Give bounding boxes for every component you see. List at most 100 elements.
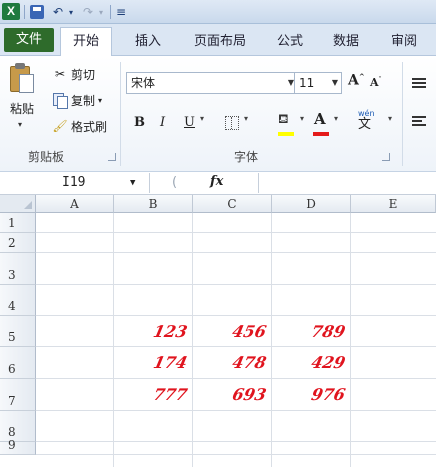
phonetic-char: 文	[358, 117, 372, 132]
underline-button[interactable]: U	[184, 112, 195, 134]
font-color-swatch	[313, 132, 329, 136]
borders-icon[interactable]	[225, 116, 239, 130]
ribbon-tab-bar: 文件 开始 插入 页面布局 公式 数据 审阅	[0, 24, 436, 57]
tab-data[interactable]: 数据	[326, 29, 366, 55]
insert-function-icon[interactable]: fx	[210, 174, 223, 189]
font-name-value: 宋体	[131, 76, 156, 90]
customize-quick-access-icon[interactable]: ≡	[114, 3, 128, 21]
font-dialog-launcher-icon[interactable]	[382, 153, 390, 161]
column-header-d[interactable]: D	[272, 195, 351, 213]
clipboard-group-label: 剪贴板	[28, 150, 65, 164]
redo-icon[interactable]: ↷	[80, 3, 96, 21]
formula-bar-handle-icon[interactable]: (	[172, 175, 177, 190]
tab-review[interactable]: 审阅	[384, 29, 424, 55]
name-box-value: I19	[62, 175, 86, 190]
format-painter-button[interactable]: 🖌 格式刷	[52, 116, 107, 136]
copy-dropdown-icon[interactable]: ▾	[98, 96, 102, 105]
cell-c5[interactable]: 456	[190, 316, 276, 347]
phonetic-dropdown-icon[interactable]: ▾	[388, 114, 392, 123]
cell-c6[interactable]: 478	[190, 347, 276, 379]
copy-icon	[52, 92, 68, 109]
row-header-5[interactable]: 5	[0, 316, 36, 347]
name-box[interactable]: I19 ▼	[0, 173, 150, 193]
paste-icon[interactable]	[8, 62, 36, 94]
row-header-3[interactable]: 3	[0, 253, 36, 285]
column-header-e[interactable]: E	[351, 195, 436, 213]
tab-formulas[interactable]: 公式	[270, 29, 310, 55]
cell-b7[interactable]: 777	[111, 379, 197, 411]
excel-app-icon[interactable]: X	[2, 3, 20, 20]
fill-color-swatch	[278, 132, 294, 136]
row-header-6[interactable]: 6	[0, 347, 36, 379]
cut-button[interactable]: ✂ 剪切	[52, 64, 95, 84]
row-header-7[interactable]: 7	[0, 379, 36, 411]
cell-d6[interactable]: 429	[269, 347, 355, 379]
underline-dropdown-icon[interactable]: ▾	[200, 114, 204, 123]
font-size-value: 11	[299, 76, 315, 90]
font-color-dropdown-icon[interactable]: ▾	[334, 114, 338, 123]
cell-b5[interactable]: 123	[111, 316, 197, 347]
row-header-8[interactable]: 8	[0, 411, 36, 442]
copy-button[interactable]: 复制 ▾	[52, 90, 102, 110]
font-size-select[interactable]: 11 ▼	[294, 72, 342, 94]
group-separator	[120, 62, 121, 166]
separator	[110, 5, 111, 19]
phonetic-guide-icon[interactable]: wén 文	[358, 110, 375, 132]
scissors-icon: ✂	[54, 67, 66, 81]
column-header-c[interactable]: C	[193, 195, 272, 213]
bold-button[interactable]: B	[134, 112, 145, 134]
clipboard-dialog-launcher-icon[interactable]	[108, 153, 116, 161]
ribbon: 粘贴 ▾ ✂ 剪切 复制 ▾ 🖌 格式刷 剪贴板 宋体 ▼ 11 ▼ A^ Aˇ…	[0, 56, 436, 172]
align-left-icon[interactable]	[412, 116, 426, 126]
select-all-corner[interactable]	[0, 195, 36, 213]
cell-d5[interactable]: 789	[269, 316, 355, 347]
gridline	[36, 232, 436, 233]
column-header-b[interactable]: B	[114, 195, 193, 213]
format-painter-label: 格式刷	[71, 119, 108, 134]
fill-color-dropdown-icon[interactable]: ▾	[300, 114, 304, 123]
row-header-9[interactable]: 9	[0, 438, 36, 455]
tab-insert[interactable]: 插入	[128, 29, 168, 55]
redo-dropdown-icon[interactable]: ▾	[96, 3, 106, 21]
gridline	[36, 454, 436, 455]
tab-home[interactable]: 开始	[60, 27, 112, 57]
formula-bar: I19 ▼ ( fx	[0, 172, 436, 195]
paintbrush-icon: 🖌	[52, 119, 68, 133]
cell-d7[interactable]: 976	[269, 379, 355, 411]
shrink-font-icon[interactable]: Aˇ	[370, 76, 382, 89]
save-icon[interactable]	[30, 5, 44, 19]
paste-button[interactable]: 粘贴	[10, 100, 34, 117]
paste-dropdown-icon[interactable]: ▾	[18, 120, 22, 129]
undo-dropdown-icon[interactable]: ▾	[66, 3, 76, 21]
gridline	[36, 252, 436, 253]
borders-dropdown-icon[interactable]: ▾	[244, 114, 248, 123]
row-header-2[interactable]: 2	[0, 233, 36, 253]
group-separator	[402, 62, 403, 166]
font-name-select[interactable]: 宋体 ▼	[126, 72, 298, 94]
font-group-label: 字体	[234, 150, 259, 164]
row-header-4[interactable]: 4	[0, 285, 36, 316]
italic-button[interactable]: I	[160, 112, 165, 134]
chevron-down-icon[interactable]: ▼	[332, 73, 338, 93]
gridline	[36, 441, 436, 442]
grow-font-icon[interactable]: A^	[348, 72, 365, 89]
worksheet-grid[interactable]: A B C D E 1 2 3 4 5 6 7 8 9 123 456 789 174 478 429 777 693 97…	[0, 195, 436, 467]
formula-input[interactable]	[258, 173, 436, 193]
column-header-a[interactable]: A	[36, 195, 114, 213]
cell-b6[interactable]: 174	[111, 347, 197, 379]
row-header-1[interactable]: 1	[0, 213, 36, 233]
chevron-down-icon[interactable]: ▼	[130, 173, 135, 193]
cut-label: 剪切	[71, 67, 96, 82]
cell-c7[interactable]: 693	[190, 379, 276, 411]
title-bar: X ↶ ▾ ↷ ▾ ≡	[0, 0, 436, 24]
tab-page-layout[interactable]: 页面布局	[186, 29, 254, 55]
undo-icon[interactable]: ↶	[50, 3, 66, 21]
separator	[24, 5, 25, 19]
tab-file[interactable]: 文件	[4, 28, 54, 52]
font-color-button[interactable]: A	[314, 110, 326, 128]
gridline	[36, 284, 436, 285]
copy-label: 复制	[71, 93, 96, 108]
fill-color-icon[interactable]: ⛾	[278, 112, 296, 132]
align-top-icon[interactable]	[412, 78, 426, 88]
gridline	[350, 213, 351, 467]
